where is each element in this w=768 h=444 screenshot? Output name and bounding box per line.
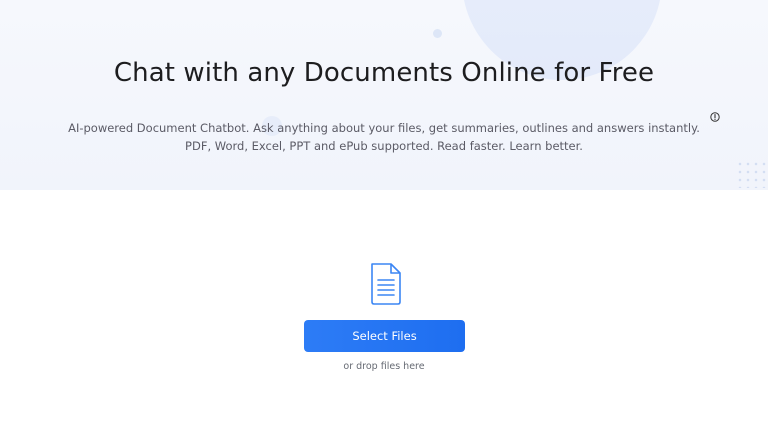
decorative-dot bbox=[433, 29, 442, 38]
subtitle-line: AI-powered Document Chatbot. Ask anythin… bbox=[68, 121, 700, 135]
page-subtitle: AI-powered Document Chatbot. Ask anythin… bbox=[40, 119, 728, 155]
page-title: Chat with any Documents Online for Free bbox=[113, 58, 655, 88]
upload-panel[interactable] bbox=[0, 190, 768, 444]
decorative-dot-grid bbox=[736, 160, 766, 188]
hero-section: Chat with any Documents Online for Free … bbox=[0, 0, 768, 190]
info-icon[interactable] bbox=[710, 112, 720, 122]
select-files-button[interactable]: Select Files bbox=[304, 320, 465, 352]
drop-hint: or drop files here bbox=[343, 361, 425, 372]
subtitle-line: PDF, Word, Excel, PPT and ePub supported… bbox=[185, 139, 583, 153]
document-icon bbox=[371, 263, 401, 305]
